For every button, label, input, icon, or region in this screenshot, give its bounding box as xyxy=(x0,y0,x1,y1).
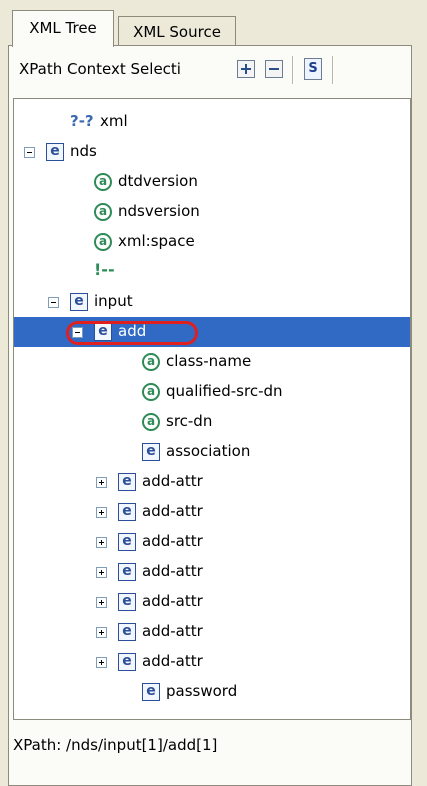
tree-node[interactable]: e input xyxy=(14,287,410,317)
attribute-icon: a xyxy=(142,353,160,371)
tab-xml-source[interactable]: XML Source xyxy=(118,16,236,47)
tree-node-label: add-attr xyxy=(142,592,203,610)
xpath-status: XPath: /nds/input[1]/add[1] xyxy=(13,736,218,754)
element-icon: e xyxy=(142,683,160,701)
collapse-toggle-icon[interactable] xyxy=(48,297,59,308)
attribute-icon: a xyxy=(94,233,112,251)
xml-tree-panel: XPath Context Selecti S ?-? xml e nds a dtdve… xyxy=(8,45,412,786)
expand-toggle-icon[interactable] xyxy=(96,507,107,518)
element-icon: e xyxy=(118,623,136,641)
expand-toggle-icon[interactable] xyxy=(96,537,107,548)
tree-node-label: add-attr xyxy=(142,532,203,550)
element-icon: e xyxy=(118,533,136,551)
tree-node[interactable]: e add-attr xyxy=(14,527,410,557)
tree-node-label: password xyxy=(166,682,238,700)
expand-toggle-icon[interactable] xyxy=(96,567,107,578)
element-icon: e xyxy=(142,443,160,461)
processing-instruction-icon: ?-? xyxy=(70,112,94,130)
tree-node[interactable]: a ndsversion xyxy=(14,197,410,227)
tree-node[interactable]: a class-name xyxy=(14,347,410,377)
tree-node-label: association xyxy=(166,442,251,460)
xpath-context-selector-label: XPath Context Selecti xyxy=(19,60,181,78)
element-icon: e xyxy=(118,653,136,671)
tree-node-label: add-attr xyxy=(142,622,203,640)
expand-toggle-icon[interactable] xyxy=(96,597,107,608)
tree-node[interactable]: e nds xyxy=(14,137,410,167)
tree-node-label: add-attr xyxy=(142,502,203,520)
tree-node-label: add-attr xyxy=(142,652,203,670)
tree-node-label: xml:space xyxy=(118,232,195,250)
tree-node[interactable]: e add xyxy=(14,317,410,347)
toolbar-separator xyxy=(292,56,294,84)
tree-node[interactable]: a qualified-src-dn xyxy=(14,377,410,407)
selection-highlight-ring xyxy=(66,321,198,345)
expand-all-icon[interactable] xyxy=(237,60,255,78)
tree-node[interactable]: ?-? xml xyxy=(14,107,410,137)
xml-tree[interactable]: ?-? xml e nds a dtdversion a ndsversion a xml:spa… xyxy=(13,98,411,720)
element-icon: e xyxy=(46,143,64,161)
tree-node-label: add-attr xyxy=(142,562,203,580)
tree-node[interactable]: e add-attr xyxy=(14,617,410,647)
schema-s-icon[interactable]: S xyxy=(304,58,322,80)
element-icon: e xyxy=(70,293,88,311)
tree-node[interactable]: e password xyxy=(14,677,410,707)
tree-node-label: qualified-src-dn xyxy=(166,382,283,400)
element-icon: e xyxy=(118,563,136,581)
expand-toggle-icon[interactable] xyxy=(96,627,107,638)
tree-node[interactable]: e add-attr xyxy=(14,557,410,587)
expand-toggle-icon[interactable] xyxy=(96,477,107,488)
attribute-icon: a xyxy=(94,173,112,191)
tree-node-label: add-attr xyxy=(142,472,203,490)
attribute-icon: a xyxy=(142,413,160,431)
tree-node-label: nds xyxy=(70,142,97,160)
tree-node-label: dtdversion xyxy=(118,172,198,190)
collapse-toggle-icon[interactable] xyxy=(24,147,35,158)
tree-node[interactable]: !-- xyxy=(14,257,410,287)
tree-node[interactable]: a src-dn xyxy=(14,407,410,437)
tree-node-label: class-name xyxy=(166,352,252,370)
element-icon: e xyxy=(118,593,136,611)
tree-node-label: input xyxy=(94,292,133,310)
toolbar: XPath Context Selecti S xyxy=(9,46,411,92)
expand-toggle-icon[interactable] xyxy=(96,657,107,668)
tree-node[interactable]: a xml:space xyxy=(14,227,410,257)
tree-node[interactable]: e association xyxy=(14,437,410,467)
collapse-all-icon[interactable] xyxy=(265,60,283,78)
tree-node[interactable]: a dtdversion xyxy=(14,167,410,197)
tree-node[interactable]: e add-attr xyxy=(14,587,410,617)
attribute-icon: a xyxy=(142,383,160,401)
tree-node[interactable]: e add-attr xyxy=(14,467,410,497)
attribute-icon: a xyxy=(94,203,112,221)
tree-node-label: ndsversion xyxy=(118,202,200,220)
element-icon: e xyxy=(118,473,136,491)
toolbar-separator xyxy=(332,56,334,84)
tree-node[interactable]: e add-attr xyxy=(14,497,410,527)
element-icon: e xyxy=(118,503,136,521)
tab-xml-tree[interactable]: XML Tree xyxy=(12,10,114,47)
tree-node-label: src-dn xyxy=(166,412,213,430)
comment-icon: !-- xyxy=(94,260,115,279)
tab-bar: XML Tree XML Source xyxy=(0,0,427,47)
tree-node-label: xml xyxy=(100,112,128,130)
tree-node[interactable]: e add-attr xyxy=(14,647,410,677)
